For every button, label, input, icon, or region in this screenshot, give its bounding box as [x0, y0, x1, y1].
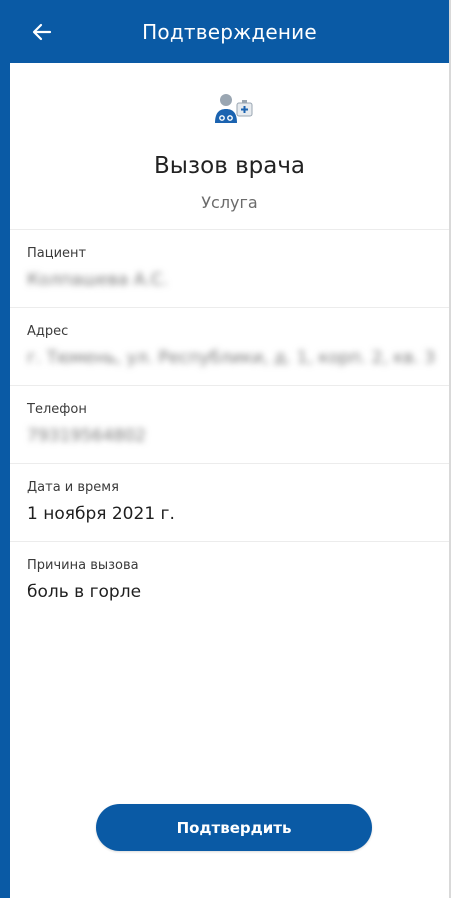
field-label: Телефон: [27, 402, 87, 417]
confirm-button[interactable]: Подтвердить: [96, 804, 372, 851]
page-title: Подтверждение: [142, 19, 317, 44]
field-label: Адрес: [27, 324, 69, 339]
field-label: Пациент: [27, 246, 87, 261]
field-phone: Телефон 79319564802: [10, 385, 449, 463]
app-bar: Подтверждение: [10, 0, 449, 63]
field-reason: Причина вызова боль в горле: [10, 541, 449, 619]
field-label: Дата и время: [27, 480, 119, 495]
service-header: Вызов врача Услуга: [10, 63, 449, 229]
details-list: Пациент Колпашева А.С. Адрес г. Тюмень, …: [10, 229, 449, 619]
patient-name-value: Колпашева А.С.: [27, 270, 169, 290]
service-subtitle: Услуга: [201, 193, 258, 212]
field-address: Адрес г. Тюмень, ул. Республики, д. 1, к…: [10, 307, 449, 385]
field-datetime: Дата и время 1 ноября 2021 г.: [10, 463, 449, 541]
phone-value: 79319564802: [27, 426, 146, 446]
address-value: г. Тюмень, ул. Республики, д. 1, корп. 2…: [27, 348, 436, 368]
field-patient: Пациент Колпашева А.С.: [10, 229, 449, 307]
reason-value: боль в горле: [27, 582, 142, 602]
datetime-value: 1 ноября 2021 г.: [27, 504, 175, 524]
field-label: Причина вызова: [27, 558, 139, 573]
service-title: Вызов врача: [153, 153, 306, 179]
doctor-medkit-icon: [215, 94, 253, 123]
